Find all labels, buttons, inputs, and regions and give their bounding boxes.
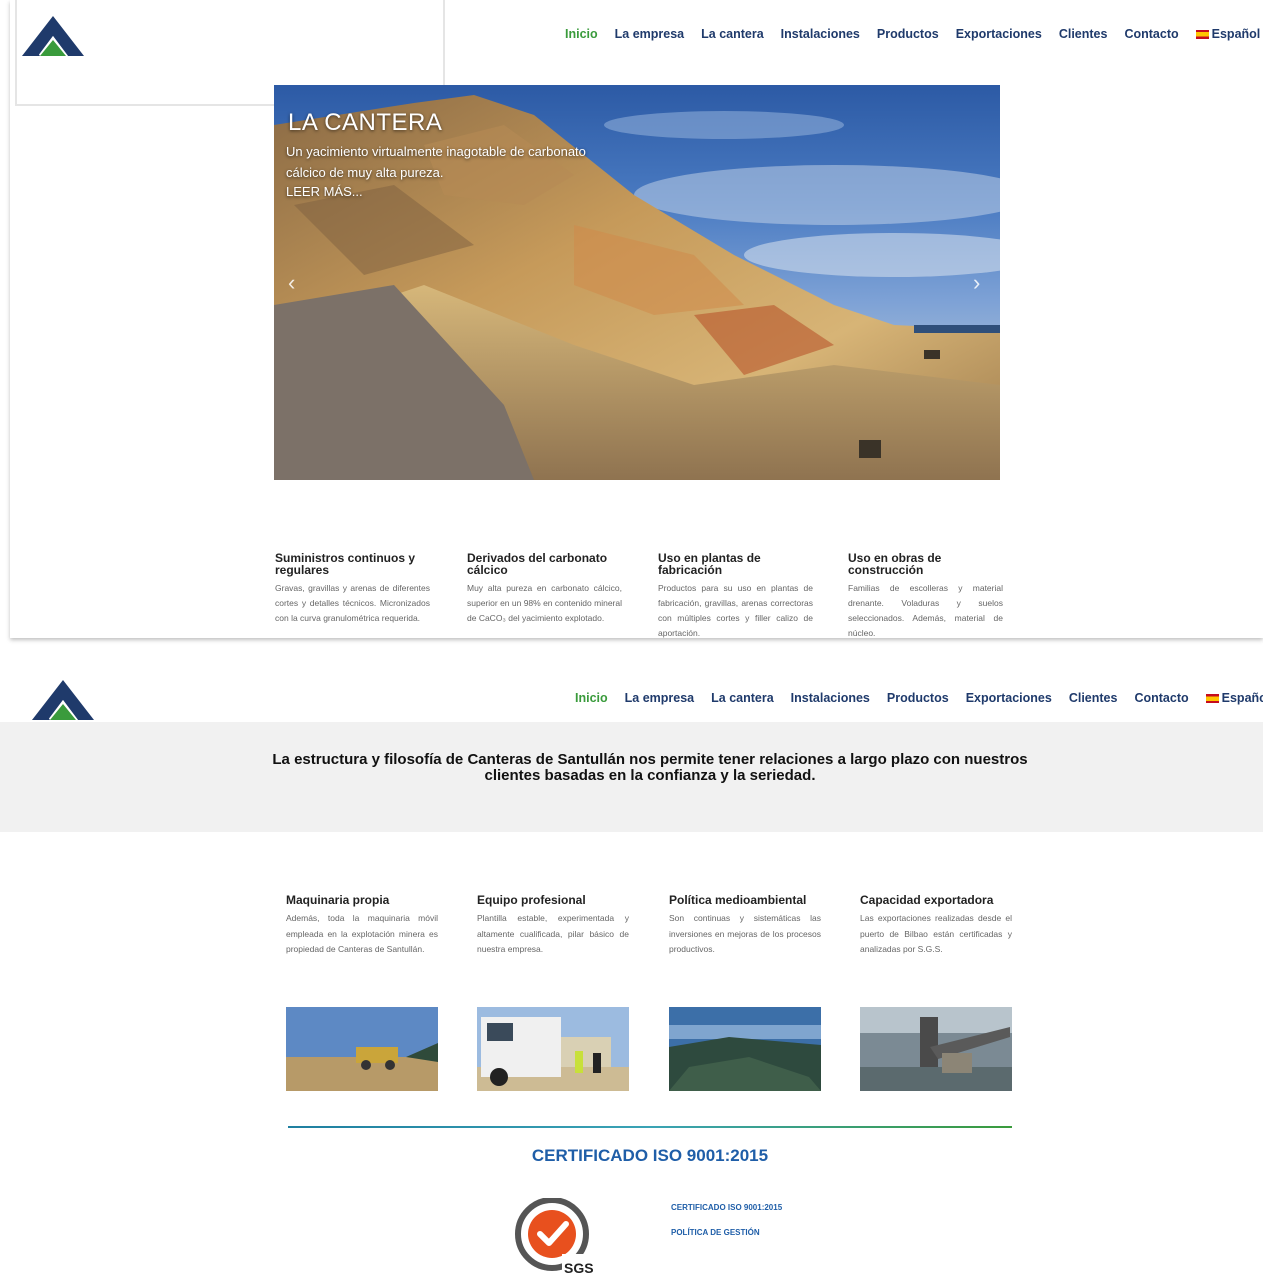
- company-logo[interactable]: [20, 14, 86, 60]
- language-selector[interactable]: Español▼: [1205, 691, 1263, 705]
- company-logo[interactable]: [30, 678, 96, 724]
- nav-item-la-empresa[interactable]: La empresa: [625, 691, 694, 705]
- feature-suministros: Suministros continuos y regulares Gravas…: [275, 552, 430, 626]
- section-divider: [288, 1126, 1012, 1128]
- feature-title: Suministros continuos y regulares: [275, 551, 416, 577]
- chevron-right-icon[interactable]: ›: [973, 270, 980, 296]
- nav-item-inicio[interactable]: Inicio: [565, 27, 598, 41]
- feature-title: Derivados del carbonato cálcico: [467, 551, 608, 577]
- column-title: Equipo profesional: [477, 893, 586, 907]
- statement-band: La estructura y filosofía de Canteras de…: [0, 722, 1263, 832]
- feature-title: Uso en plantas de fabricación: [658, 551, 761, 577]
- chevron-left-icon[interactable]: ‹: [288, 270, 295, 296]
- column-text: Son continuas y sistemáticas las inversi…: [669, 913, 821, 954]
- hero-slider[interactable]: LA CANTERA Un yacimiento virtualmente in…: [274, 85, 1000, 480]
- nav-item-clientes[interactable]: Clientes: [1069, 691, 1118, 705]
- main-nav: Inicio La empresa La cantera Instalacion…: [548, 27, 1263, 41]
- language-label: Español: [1211, 27, 1261, 41]
- spain-flag-icon: [1195, 30, 1209, 39]
- hero-read-more-link[interactable]: LEER MÁS...: [286, 184, 363, 199]
- language-selector[interactable]: Español▼: [1195, 27, 1263, 41]
- screenshot-top: Inicio La empresa La cantera Instalacion…: [10, 0, 1263, 638]
- company-statement: La estructura y filosofía de Canteras de…: [272, 751, 1028, 784]
- column-text: Plantilla estable, experimentada y altam…: [477, 913, 629, 954]
- feature-plantas: Uso en plantas de fabricación Productos …: [658, 552, 813, 638]
- column-capacidad: Capacidad exportadora Las exportaciones …: [860, 893, 1012, 958]
- sgs-badge-label: SGS: [564, 1260, 594, 1276]
- column-politica: Política medioambiental Son continuas y …: [669, 893, 821, 958]
- iso-links: CERTIFICADO ISO 9001:2015 POLÍTICA DE GE…: [671, 1203, 782, 1253]
- nav-item-la-cantera[interactable]: La cantera: [711, 691, 774, 705]
- management-policy-link[interactable]: POLÍTICA DE GESTIÓN: [671, 1228, 782, 1237]
- feature-text: Muy alta pureza en carbonato cálcico, su…: [467, 583, 622, 623]
- nav-item-exportaciones[interactable]: Exportaciones: [966, 691, 1052, 705]
- hero-subtitle: Un yacimiento virtualmente inagotable de…: [286, 144, 586, 180]
- main-nav: Inicio La empresa La cantera Instalacion…: [558, 691, 1263, 705]
- column-title: Maquinaria propia: [286, 893, 390, 907]
- column-maquinaria: Maquinaria propia Además, toda la maquin…: [286, 893, 438, 958]
- iso-title: CERTIFICADO ISO 9001:2015: [531, 1146, 769, 1165]
- feature-text: Gravas, gravillas y arenas de diferentes…: [275, 583, 430, 623]
- column-title: Política medioambiental: [669, 893, 807, 907]
- feature-derivados: Derivados del carbonato cálcico Muy alta…: [467, 552, 622, 626]
- column-text: Además, toda la maquinaria móvil emplead…: [286, 913, 438, 954]
- column-title: Capacidad exportadora: [860, 893, 994, 907]
- nav-item-productos[interactable]: Productos: [877, 27, 939, 41]
- feature-text: Familias de escolleras y material drenan…: [848, 583, 1003, 638]
- nav-item-instalaciones[interactable]: Instalaciones: [791, 691, 870, 705]
- nav-item-contacto[interactable]: Contacto: [1134, 691, 1188, 705]
- language-label: Español: [1221, 691, 1263, 705]
- nav-item-inicio[interactable]: Inicio: [575, 691, 608, 705]
- screenshot-bottom: Inicio La empresa La cantera Instalacion…: [0, 660, 1263, 1276]
- feature-obras: Uso en obras de construcción Familias de…: [848, 552, 1003, 638]
- feature-title: Uso en obras de construcción: [848, 551, 942, 577]
- crew-truck-photo: [477, 1007, 629, 1091]
- nav-item-instalaciones[interactable]: Instalaciones: [781, 27, 860, 41]
- iso-certificate-link[interactable]: CERTIFICADO ISO 9001:2015: [671, 1203, 782, 1212]
- sgs-certification-badge[interactable]: SGS: [510, 1198, 600, 1276]
- nav-item-exportaciones[interactable]: Exportaciones: [956, 27, 1042, 41]
- nav-item-productos[interactable]: Productos: [887, 691, 949, 705]
- feature-text: Productos para su uso en plantas de fabr…: [658, 583, 813, 638]
- port-loader-photo: [860, 1007, 1012, 1091]
- nav-item-la-cantera[interactable]: La cantera: [701, 27, 764, 41]
- coastline-photo: [669, 1007, 821, 1091]
- spain-flag-icon: [1205, 694, 1219, 703]
- nav-item-la-empresa[interactable]: La empresa: [615, 27, 684, 41]
- nav-item-clientes[interactable]: Clientes: [1059, 27, 1108, 41]
- nav-item-contacto[interactable]: Contacto: [1124, 27, 1178, 41]
- dump-truck-photo: [286, 1007, 438, 1091]
- column-text: Las exportaciones realizadas desde el pu…: [860, 913, 1012, 954]
- column-equipo: Equipo profesional Plantilla estable, ex…: [477, 893, 629, 958]
- hero-title: LA CANTERA: [288, 109, 443, 136]
